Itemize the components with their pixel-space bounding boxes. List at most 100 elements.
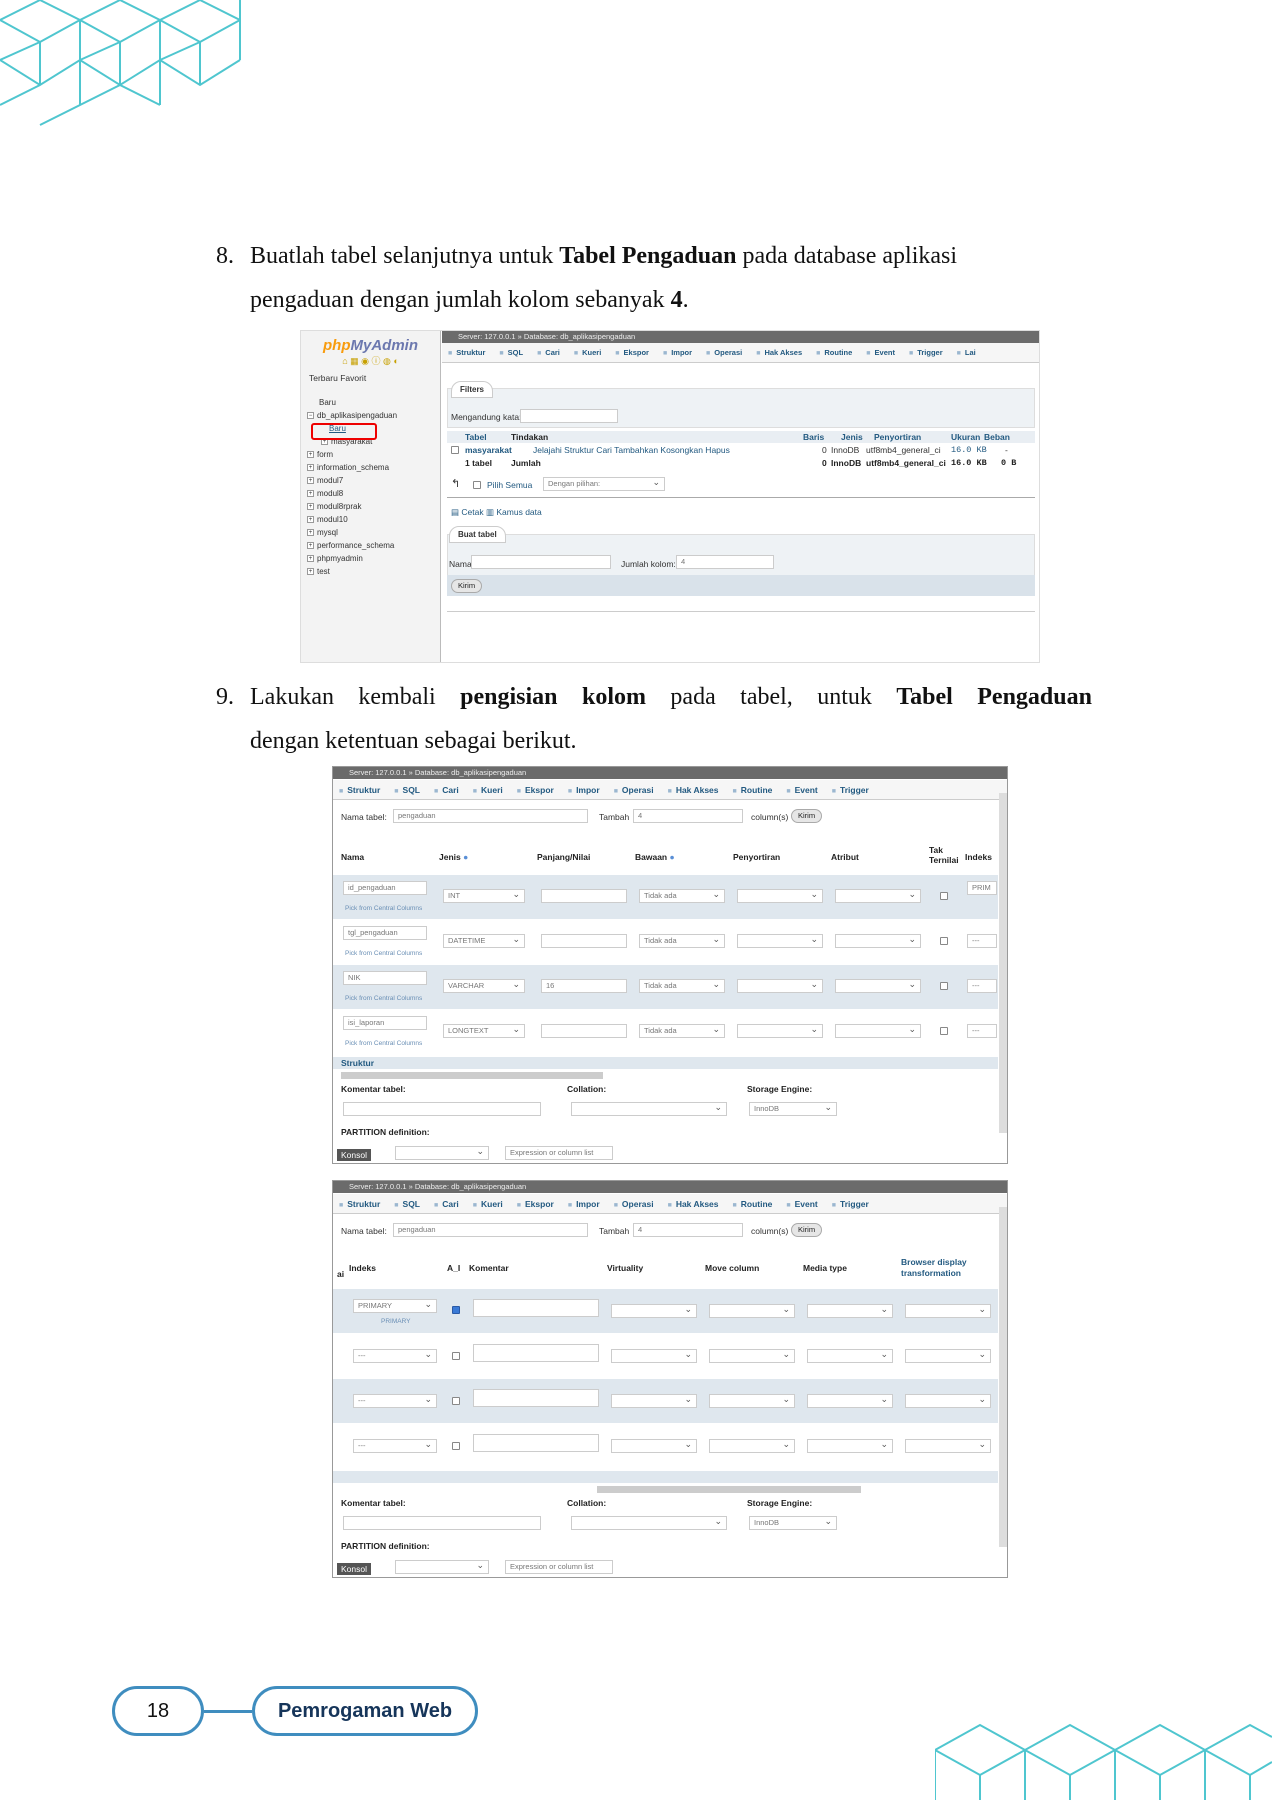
- tab-operasi[interactable]: Operasi: [614, 785, 654, 795]
- column-index-select[interactable]: ---: [967, 934, 997, 948]
- virtuality-select[interactable]: [611, 1438, 697, 1453]
- row-checkbox[interactable]: [451, 446, 459, 454]
- column-type-select[interactable]: VARCHAR: [443, 978, 525, 993]
- add-count-input[interactable]: 4: [633, 1223, 743, 1237]
- column-attribute-select[interactable]: [835, 978, 921, 993]
- move-column-select[interactable]: [709, 1348, 795, 1363]
- column-collation-select[interactable]: [737, 978, 823, 993]
- tab-operasi[interactable]: Operasi: [706, 348, 742, 357]
- col-beban[interactable]: Beban: [984, 432, 1010, 442]
- comment-input[interactable]: [343, 1102, 541, 1116]
- tree-item[interactable]: + modul7: [307, 474, 397, 487]
- transformation-select[interactable]: [905, 1438, 991, 1453]
- column-default-select[interactable]: Tidak ada: [639, 978, 725, 993]
- tab-hak-akses[interactable]: Hak Akses: [668, 785, 719, 795]
- column-length-input[interactable]: [541, 1024, 627, 1038]
- central-columns-link[interactable]: Pick from Central Columns: [345, 995, 422, 1002]
- tab-kueri[interactable]: Kueri: [574, 348, 601, 357]
- index-select[interactable]: ---: [353, 1348, 437, 1363]
- tree-item[interactable]: + test: [307, 565, 397, 578]
- column-length-input[interactable]: [541, 934, 627, 948]
- column-type-select[interactable]: LONGTEXT: [443, 1023, 525, 1038]
- go-button[interactable]: Kirim: [791, 809, 823, 823]
- go-button[interactable]: Kirim: [791, 1223, 823, 1237]
- comment-textarea[interactable]: [473, 1389, 599, 1407]
- col-jenis[interactable]: Jenis: [841, 432, 863, 442]
- tab-event[interactable]: Event: [866, 348, 895, 357]
- column-type-select[interactable]: INT: [443, 888, 525, 903]
- breadcrumb[interactable]: Server: 127.0.0.1 » Database: db_aplikas…: [333, 767, 1007, 779]
- media-type-select[interactable]: [807, 1303, 893, 1318]
- move-column-select[interactable]: [709, 1393, 795, 1408]
- print-link[interactable]: ▤ Cetak ▥ Kamus data: [451, 507, 542, 518]
- tab-trigger[interactable]: Trigger: [832, 1199, 869, 1209]
- transformation-select[interactable]: [905, 1348, 991, 1363]
- auto-increment-checkbox[interactable]: [452, 1352, 460, 1360]
- tree-item[interactable]: + form: [307, 448, 397, 461]
- comment-input[interactable]: [343, 1516, 541, 1530]
- null-checkbox[interactable]: [940, 937, 948, 945]
- column-type-select[interactable]: DATETIME: [443, 933, 525, 948]
- tab-ekspor[interactable]: Ekspor: [615, 348, 649, 357]
- breadcrumb[interactable]: Server: 127.0.0.1 » Database: db_aplikas…: [442, 331, 1039, 343]
- tab-hak-akses[interactable]: Hak Akses: [668, 1199, 719, 1209]
- column-name-input[interactable]: isi_laporan: [343, 1016, 427, 1030]
- expression-input[interactable]: Expression or column list: [505, 1560, 613, 1574]
- table-name-link[interactable]: masyarakat: [465, 445, 512, 455]
- engine-select[interactable]: InnoDB: [749, 1101, 837, 1116]
- tab-trigger[interactable]: Trigger: [909, 348, 943, 357]
- tab-event[interactable]: Event: [786, 785, 817, 795]
- expression-input[interactable]: Expression or column list: [505, 1146, 613, 1160]
- null-checkbox[interactable]: [940, 982, 948, 990]
- select-all-checkbox[interactable]: [473, 481, 481, 489]
- tab-struktur[interactable]: Struktur: [339, 1199, 380, 1209]
- columns-input[interactable]: 4: [676, 555, 774, 569]
- column-length-input[interactable]: [541, 889, 627, 903]
- recent-favorites[interactable]: Terbaru Favorit: [309, 373, 366, 383]
- table-actions[interactable]: Jelajahi Struktur Cari Tambahkan Kosongk…: [533, 445, 730, 455]
- comment-textarea[interactable]: [473, 1344, 599, 1362]
- tab-impor[interactable]: Impor: [663, 348, 692, 357]
- tab-impor[interactable]: Impor: [568, 785, 600, 795]
- tree-item[interactable]: + modul8: [307, 487, 397, 500]
- partition-select[interactable]: [395, 1145, 489, 1160]
- table-name-input[interactable]: pengaduan: [393, 809, 588, 823]
- tree-item[interactable]: + information_schema: [307, 461, 397, 474]
- column-index-select[interactable]: ---: [967, 979, 997, 993]
- vertical-scrollbar[interactable]: [999, 793, 1007, 1133]
- tab-sql[interactable]: SQL: [394, 1199, 420, 1209]
- column-collation-select[interactable]: [737, 1023, 823, 1038]
- transformation-select[interactable]: [905, 1303, 991, 1318]
- tab-kueri[interactable]: Kueri: [473, 1199, 503, 1209]
- table-name-input[interactable]: [471, 555, 611, 569]
- console-button[interactable]: Konsol: [337, 1563, 371, 1575]
- tab-sql[interactable]: SQL: [499, 348, 523, 357]
- comment-textarea[interactable]: [473, 1434, 599, 1452]
- tree-item[interactable]: + modul8rprak: [307, 500, 397, 513]
- tab-routine[interactable]: Routine: [816, 348, 852, 357]
- tab-cari[interactable]: Cari: [537, 348, 560, 357]
- central-columns-link[interactable]: Pick from Central Columns: [345, 950, 422, 957]
- tab-kueri[interactable]: Kueri: [473, 785, 503, 795]
- col-tabel[interactable]: Tabel: [465, 432, 487, 442]
- media-type-select[interactable]: [807, 1393, 893, 1408]
- select-all-label[interactable]: Pilih Semua: [487, 480, 532, 490]
- console-button[interactable]: Konsol: [337, 1149, 371, 1161]
- filter-input[interactable]: [520, 409, 618, 423]
- move-column-select[interactable]: [709, 1303, 795, 1318]
- column-name-input[interactable]: id_pengaduan: [343, 881, 427, 895]
- tab-struktur[interactable]: Struktur: [448, 348, 485, 357]
- auto-increment-checkbox[interactable]: [452, 1442, 460, 1450]
- column-default-select[interactable]: Tidak ada: [639, 888, 725, 903]
- column-index-select[interactable]: PRIM: [967, 881, 997, 895]
- table-name-input[interactable]: pengaduan: [393, 1223, 588, 1237]
- null-checkbox[interactable]: [940, 892, 948, 900]
- comment-textarea[interactable]: [473, 1299, 599, 1317]
- column-collation-select[interactable]: [737, 933, 823, 948]
- tree-item[interactable]: + modul10: [307, 513, 397, 526]
- auto-increment-checkbox[interactable]: [452, 1306, 460, 1314]
- media-type-select[interactable]: [807, 1438, 893, 1453]
- index-select[interactable]: ---: [353, 1438, 437, 1453]
- tab-ekspor[interactable]: Ekspor: [517, 785, 554, 795]
- tab-cari[interactable]: Cari: [434, 785, 459, 795]
